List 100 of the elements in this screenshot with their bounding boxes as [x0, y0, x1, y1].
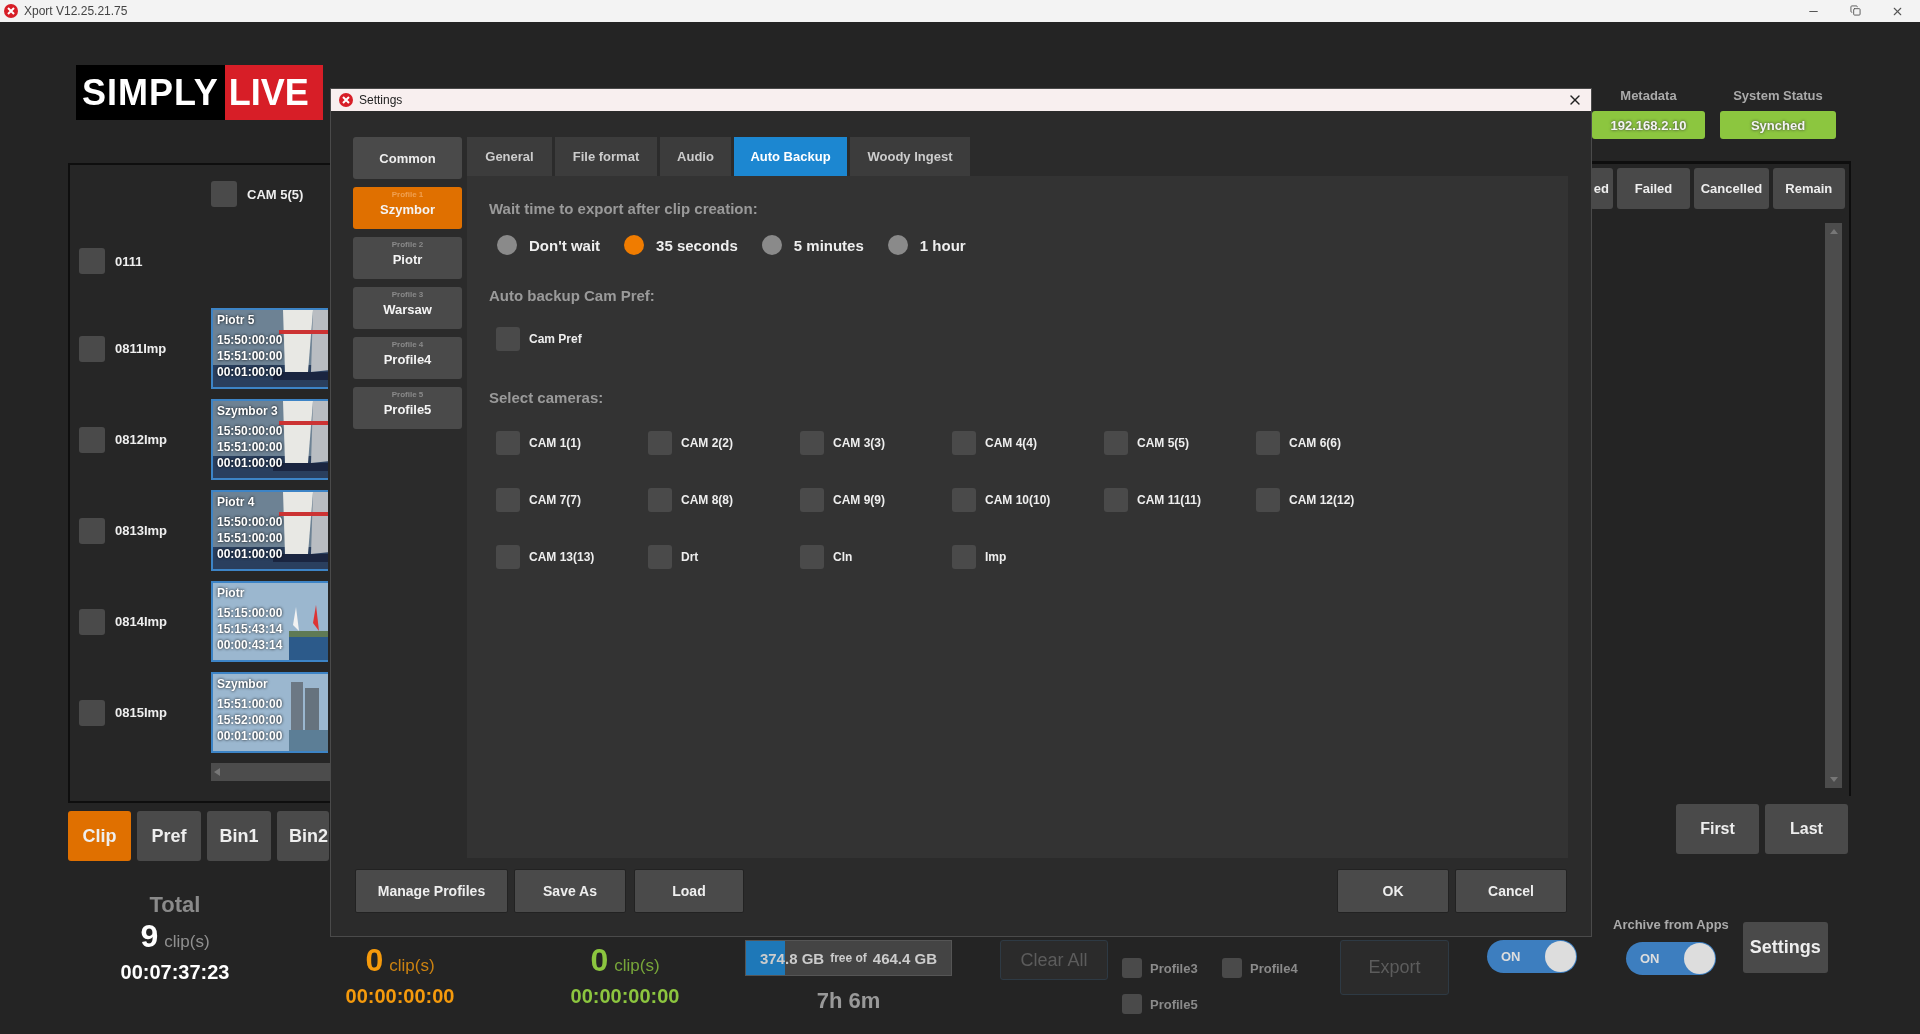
- checkbox[interactable]: [79, 426, 105, 453]
- checkbox[interactable]: [79, 335, 105, 362]
- checkbox[interactable]: [1222, 958, 1242, 978]
- row-label: 0814Imp: [115, 614, 168, 629]
- column-header[interactable]: Cancelled: [1694, 168, 1769, 209]
- settings-tab[interactable]: General: [467, 137, 552, 177]
- timecode-in: 15:50:00:00: [217, 515, 283, 529]
- checkbox[interactable]: [79, 699, 105, 726]
- checkbox[interactable]: [211, 181, 237, 207]
- radio-label: 5 minutes: [793, 236, 864, 254]
- status-label: Metadata: [1620, 88, 1677, 103]
- checkbox[interactable]: [1122, 958, 1142, 978]
- bin-tab[interactable]: Pref: [137, 811, 201, 861]
- profile-label: Profile5: [1150, 996, 1198, 1012]
- camera-label: CAM 3(3): [833, 436, 885, 451]
- camera-label: CAM 5(5): [1137, 436, 1189, 451]
- row-label: 0111: [115, 253, 143, 269]
- nav-button[interactable]: First: [1676, 804, 1759, 854]
- stat-title: Total: [149, 892, 201, 918]
- column-header[interactable]: Remain: [1772, 168, 1845, 209]
- radio-button[interactable]: [497, 235, 517, 256]
- common-button[interactable]: Common: [353, 137, 462, 180]
- camera-label: CAM 1(1): [529, 436, 581, 451]
- total-time: 00:00:00:00: [570, 985, 680, 1008]
- footer-button[interactable]: Load: [634, 869, 744, 914]
- profile-button[interactable]: Profile 3 Warsaw: [353, 287, 462, 330]
- footer-button[interactable]: Cancel: [1455, 869, 1567, 914]
- section-heading: Select cameras:: [489, 389, 604, 407]
- total-time: 00:00:00:00: [345, 985, 455, 1008]
- clip-thumbnail[interactable]: Szymbor 3 15:50:00:00 15:51:00:00 00:01:00:00: [211, 399, 328, 480]
- scroll-down-icon[interactable]: [1829, 777, 1838, 782]
- column-header[interactable]: Failed: [1616, 168, 1691, 209]
- clip-duration: 00:01:00:00: [217, 365, 283, 379]
- checkbox-label: Cam Pref: [529, 332, 582, 347]
- clip-duration: 00:01:00:00: [217, 729, 283, 743]
- row-label: 0812Imp: [115, 432, 168, 447]
- row-label: 0811Imp: [115, 341, 167, 356]
- scroll-up-icon[interactable]: [1829, 229, 1838, 234]
- profile-button[interactable]: Profile 4 Profile4: [353, 337, 462, 380]
- profile-button[interactable]: Profile 5 Profile5: [353, 387, 462, 430]
- checkbox[interactable]: [79, 608, 105, 635]
- vertical-scrollbar[interactable]: [1825, 223, 1842, 788]
- archive-label: Archive from Apps: [1613, 917, 1729, 932]
- row-label: 0813Imp: [115, 523, 168, 538]
- camera-label: CAM 5(5): [247, 186, 304, 202]
- settings-tab[interactable]: File format: [555, 137, 657, 177]
- clip-name: Szymbor 3: [217, 404, 279, 418]
- radio-label: 1 hour: [919, 236, 966, 254]
- timecode-in: 15:51:00:00: [217, 697, 283, 711]
- settings-tab[interactable]: Auto Backup: [734, 137, 847, 177]
- clip-duration: 00:00:43:14: [217, 638, 283, 652]
- clip-thumbnail[interactable]: Piotr 4 15:50:00:00 15:51:00:00 00:01:00:00: [211, 490, 328, 571]
- checkbox[interactable]: [79, 248, 105, 274]
- remaining-time: 7h 6m: [816, 988, 881, 1014]
- timecode-out: 15:52:00:00: [217, 713, 283, 727]
- camera-label: Cln: [833, 550, 853, 565]
- timecode-in: 15:50:00:00: [217, 333, 283, 347]
- restore-icon[interactable]: [1850, 4, 1861, 16]
- nav-button[interactable]: Last: [1765, 804, 1848, 854]
- radio-button[interactable]: [624, 235, 645, 256]
- footer-button[interactable]: Save As: [514, 869, 626, 914]
- camera-label: CAM 13(13): [529, 550, 595, 565]
- clip-name: Piotr 4: [217, 495, 256, 509]
- section-heading: Wait time to export after clip creation:: [489, 200, 759, 218]
- app-logo-icon: [339, 93, 353, 108]
- status-badge: 192.168.2.10: [1592, 111, 1705, 139]
- clip-count: 0: [365, 942, 384, 979]
- clip-count: 0: [590, 942, 609, 979]
- radio-button[interactable]: [887, 235, 908, 256]
- timecode-in: 15:15:00:00: [217, 606, 283, 620]
- clip-thumbnail[interactable]: Piotr 5 15:50:00:00 15:51:00:00 00:01:00:00: [211, 308, 328, 389]
- checkbox[interactable]: [1122, 994, 1142, 1014]
- camera-label: CAM 7(7): [529, 493, 581, 508]
- checkbox[interactable]: [79, 517, 105, 544]
- radio-button[interactable]: [761, 235, 782, 256]
- timecode-out: 15:51:00:00: [217, 531, 283, 545]
- storage-label: free of: [830, 951, 867, 965]
- camera-label: CAM 10(10): [985, 493, 1051, 508]
- section-heading: Auto backup Cam Pref:: [489, 287, 655, 305]
- horizontal-scrollbar[interactable]: [211, 763, 330, 781]
- scroll-left-icon[interactable]: [214, 768, 220, 776]
- profile-label: Profile3: [1150, 960, 1198, 976]
- settings-tab[interactable]: Woody Ingest: [850, 137, 970, 177]
- clip-name: Szymbor: [217, 677, 269, 691]
- footer-button[interactable]: OK: [1337, 869, 1449, 914]
- camera-label: Imp: [985, 550, 1007, 565]
- column-header[interactable]: ed: [1590, 168, 1613, 209]
- camera-label: CAM 6(6): [1289, 436, 1341, 451]
- bin-tab[interactable]: Bin2: [277, 811, 329, 861]
- timecode-out: 15:51:00:00: [217, 349, 283, 363]
- profile-button[interactable]: Profile 2 Piotr: [353, 237, 462, 280]
- status-label: System Status: [1733, 88, 1823, 103]
- settings-button[interactable]: Settings: [1742, 922, 1828, 973]
- profile-label: Profile4: [1250, 960, 1298, 976]
- camera-label: CAM 4(4): [985, 436, 1037, 451]
- bin-tab[interactable]: Bin1: [207, 811, 271, 861]
- settings-tab[interactable]: Audio: [660, 137, 731, 177]
- app-logo-icon: [4, 4, 18, 18]
- radio-label: Don't wait: [529, 236, 601, 254]
- footer-button[interactable]: Manage Profiles: [355, 869, 508, 914]
